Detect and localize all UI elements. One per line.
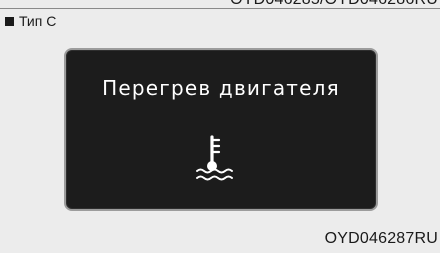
image-code: OYD046287RU	[324, 230, 438, 247]
engine-coolant-temperature-icon	[196, 135, 233, 181]
engine-overheat-message: Перегрев двигателя	[102, 76, 340, 100]
section-type-heading: Тип С	[5, 13, 56, 29]
square-bullet-icon	[5, 17, 14, 26]
instrument-cluster-display: Перегрев двигателя	[64, 48, 378, 211]
section-type-label: Тип С	[19, 13, 57, 29]
top-divider	[0, 8, 440, 9]
